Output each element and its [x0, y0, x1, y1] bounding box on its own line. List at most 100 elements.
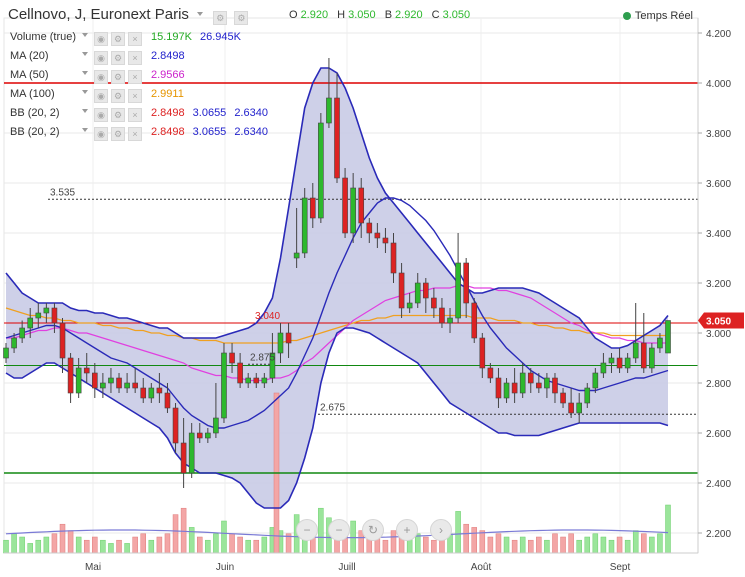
close-icon[interactable]: ×	[128, 89, 142, 103]
level-label: 2.875	[250, 352, 275, 363]
volume-bar	[649, 536, 655, 554]
candle-down	[398, 272, 405, 309]
volume-bar	[423, 536, 429, 554]
candle-up	[19, 327, 25, 339]
candle-down	[51, 307, 58, 324]
open-key: O	[289, 9, 298, 21]
reset-icon[interactable]: ↻	[362, 519, 384, 541]
candle-down	[479, 337, 486, 369]
eye-icon[interactable]: ◉	[94, 89, 108, 103]
candle-up	[600, 362, 607, 374]
indicator-value: 2.8498	[151, 126, 185, 138]
volume-bar	[592, 533, 599, 554]
close-icon[interactable]: ×	[128, 70, 142, 84]
volume-bar	[140, 533, 146, 554]
settings-icon[interactable]: ⚙	[213, 11, 228, 25]
close-icon[interactable]: ×	[128, 51, 142, 65]
candle-down	[92, 372, 98, 389]
time-axis: Mai Juin Juill Août Sept	[4, 552, 698, 573]
candle-up	[108, 377, 114, 384]
volume-bar	[616, 536, 623, 554]
indicator-label: Volume (true)	[10, 31, 77, 43]
settings-icon[interactable]: ⚙	[111, 127, 125, 141]
chevron-down-icon[interactable]	[82, 52, 88, 56]
close-icon[interactable]: ×	[128, 108, 142, 122]
candle-down	[237, 362, 243, 384]
y-tick-label: 3.000	[706, 329, 731, 340]
candle-down	[116, 377, 122, 389]
indicator-row[interactable]: MA (100) ◉ ⚙ × 2.9911	[10, 88, 192, 103]
volume-bar	[180, 507, 187, 554]
volume-bar	[164, 533, 171, 554]
volume-bar	[463, 523, 469, 554]
candle-up	[245, 377, 251, 384]
low-key: B	[384, 9, 393, 21]
volume-bar	[156, 536, 163, 554]
x-tick-label: Juill	[338, 562, 355, 573]
candle-up	[318, 122, 324, 219]
candle-up	[277, 332, 284, 354]
price-chart[interactable]: 3.535 3.040 2.875 2.675 2.200 2.400 2.600 2.80…	[0, 0, 745, 577]
live-label: Temps Réel	[634, 10, 693, 22]
indicator-row[interactable]: BB (20, 2) ◉ ⚙ × 2.8498 3.0655 2.6340	[10, 126, 276, 141]
volume-bar	[19, 536, 25, 554]
y-tick-label: 2.600	[706, 429, 731, 440]
chevron-down-icon[interactable]	[82, 128, 88, 132]
add-icon[interactable]: +	[396, 519, 418, 541]
candle-down	[423, 282, 429, 299]
forward-icon[interactable]: ›	[430, 519, 452, 541]
eye-icon[interactable]: ◉	[94, 51, 108, 65]
y-tick-label: 2.800	[706, 379, 731, 390]
chevron-down-icon[interactable]	[82, 90, 88, 94]
eye-icon[interactable]: ◉	[94, 108, 108, 122]
candle-up	[75, 367, 82, 394]
candle-up	[414, 282, 421, 304]
candle-up	[326, 97, 332, 124]
gear-icon[interactable]: ⚙	[234, 11, 249, 25]
candle-up	[11, 337, 17, 349]
eye-icon[interactable]: ◉	[94, 127, 108, 141]
settings-icon[interactable]: ⚙	[111, 51, 125, 65]
chevron-down-icon[interactable]	[82, 109, 88, 113]
candle-up	[124, 382, 130, 389]
indicator-label: BB (20, 2)	[10, 107, 60, 119]
zoom-out-icon[interactable]: −	[296, 519, 318, 541]
candle-down	[83, 367, 90, 374]
indicator-row[interactable]: Volume (true) ◉ ⚙ × 15.197K 26.945K	[10, 31, 249, 46]
chevron-down-icon[interactable]	[82, 71, 88, 75]
candle-down	[196, 432, 203, 439]
settings-icon[interactable]: ⚙	[111, 70, 125, 84]
candle-down	[180, 442, 187, 474]
candle-down	[560, 392, 566, 404]
indicator-label: BB (20, 2)	[10, 126, 60, 138]
indicator-value: 2.8498	[151, 107, 185, 119]
volume-bar	[51, 533, 58, 554]
candle-down	[309, 197, 316, 219]
indicator-row[interactable]: MA (20) ◉ ⚙ × 2.8498	[10, 50, 193, 65]
candle-down	[164, 392, 171, 409]
zoom-in-icon[interactable]: −	[328, 519, 350, 541]
eye-icon[interactable]: ◉	[94, 32, 108, 46]
volume-bar	[197, 536, 203, 554]
close-icon[interactable]: ×	[128, 127, 142, 141]
chevron-down-icon[interactable]	[197, 12, 204, 16]
high-value: 3.050	[348, 9, 376, 21]
candle-up	[3, 347, 9, 359]
indicator-row[interactable]: MA (50) ◉ ⚙ × 2.9566	[10, 69, 193, 84]
chevron-down-icon[interactable]	[82, 33, 88, 37]
indicator-value: 2.6340	[234, 126, 268, 138]
eye-icon[interactable]: ◉	[94, 70, 108, 84]
volume-bar	[116, 539, 122, 554]
settings-icon[interactable]: ⚙	[111, 32, 125, 46]
settings-icon[interactable]: ⚙	[111, 89, 125, 103]
candle-down	[140, 387, 147, 399]
indicator-row[interactable]: BB (20, 2) ◉ ⚙ × 2.8498 3.0655 2.6340	[10, 107, 276, 122]
candle-down	[334, 97, 340, 179]
volume-bar	[608, 539, 615, 554]
volume-bar	[552, 533, 558, 554]
volume-bar	[213, 533, 219, 554]
volume-bar	[83, 539, 90, 554]
close-icon[interactable]: ×	[128, 32, 142, 46]
settings-icon[interactable]: ⚙	[111, 108, 125, 122]
candle-down	[495, 377, 502, 399]
